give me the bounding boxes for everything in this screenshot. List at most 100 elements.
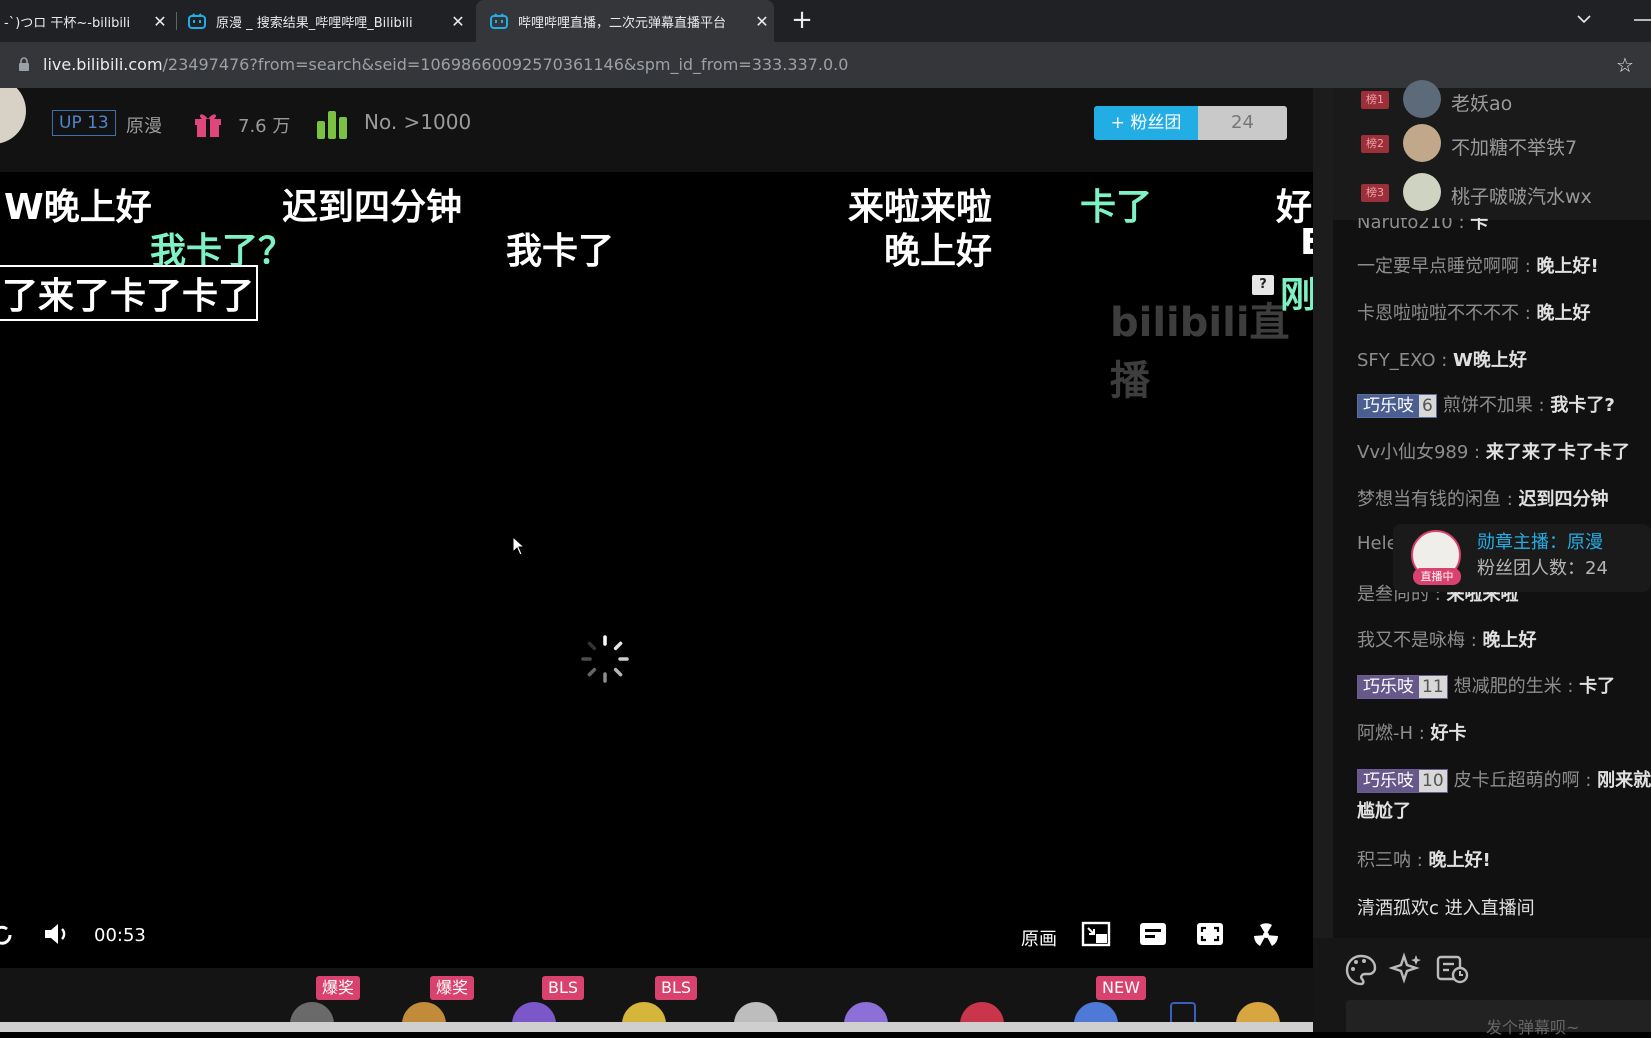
chat-user[interactable]: 我又不是咏梅 — [1357, 630, 1465, 651]
chat-message: 阿燃-H : 好卡 — [1357, 723, 1467, 744]
sparkle-effects-icon[interactable] — [1389, 952, 1425, 986]
rank-row[interactable]: 榜1 老妖ao — [1333, 78, 1651, 122]
horizontal-scrollbar[interactable] — [0, 1022, 1313, 1032]
fan-medal[interactable]: 巧乐吱 6 — [1357, 394, 1437, 418]
avatar — [1403, 80, 1441, 118]
live-player: UP 13 原漫 7.6 万 No. >1000 + 粉丝团 24 bilibi… — [0, 88, 1313, 1032]
streamer-name[interactable]: 原漫 — [126, 112, 162, 138]
chat-message: Naruto210 : 卡 — [1357, 218, 1488, 234]
gift-tag: BLS — [655, 976, 698, 1000]
medal-name: 巧乐吱 — [1358, 676, 1419, 698]
medal-level: 6 — [1419, 395, 1436, 417]
avatar — [1403, 124, 1441, 162]
chat-text: 卡 — [1470, 218, 1489, 233]
rank-user-name: 不加糖不举铁7 — [1451, 137, 1578, 159]
bookmark-star-icon[interactable]: ☆ — [1616, 53, 1634, 77]
chat-user[interactable]: 一定要早点睡觉啊啊 — [1357, 256, 1519, 277]
chat-message: 巧乐吱 6 煎饼不加果 : 我卡了? — [1357, 391, 1615, 418]
rank-text[interactable]: No. >1000 — [364, 110, 471, 134]
chat-user[interactable]: 皮卡丘超萌的啊 — [1454, 770, 1580, 791]
gift-count: 7.6 万 — [238, 116, 291, 137]
chat-user[interactable]: 梦想当有钱的闲鱼 — [1357, 489, 1501, 510]
rank-row[interactable]: 榜2 不加糖不举铁7 — [1333, 122, 1651, 166]
palette-icon[interactable] — [1343, 952, 1379, 986]
volume-icon[interactable] — [42, 920, 72, 948]
streamer-avatar[interactable] — [0, 88, 26, 144]
quality-selector[interactable]: 原画 — [1021, 925, 1057, 951]
rank-badge: 榜2 — [1361, 135, 1389, 153]
rank-row[interactable]: 榜3 桃子啵啵汽水wx — [1333, 171, 1651, 215]
tab-search-chevron-icon[interactable] — [1576, 14, 1592, 24]
medal-name: 巧乐吱 — [1358, 395, 1419, 417]
fan-medal[interactable]: 巧乐吱 10 — [1357, 769, 1448, 793]
bilibili-tab-icon — [490, 13, 508, 29]
mouse-cursor-icon — [512, 536, 526, 556]
chat-user[interactable]: 阿燃-H — [1357, 723, 1413, 744]
anchor-medal-card[interactable]: 直播中 勋章主播：原漫 粉丝团人数：24 — [1393, 524, 1651, 592]
enter-room-notice: 清酒孤欢c 进入直播间 — [1357, 898, 1535, 918]
chat-text: 晚上好 — [1536, 303, 1591, 324]
anchor-card-subtitle: 粉丝团人数：24 — [1477, 558, 1608, 579]
danmaku-comment: 刚 — [1280, 275, 1313, 316]
danmaku-settings-icon[interactable] — [1138, 920, 1168, 948]
join-fan-club-button[interactable]: + 粉丝团 — [1094, 106, 1198, 140]
refresh-icon[interactable] — [0, 921, 18, 949]
rank-badge: 榜1 — [1361, 91, 1389, 109]
tab-title: 原漫 _ 搜索结果_哔哩哔哩_Bilibili — [216, 15, 413, 31]
tab-search-results[interactable]: 原漫 _ 搜索结果_哔哩哔哩_Bilibili ✕ — [188, 0, 470, 42]
chat-user[interactable]: Vv小仙女989 — [1357, 442, 1468, 463]
tab-close-icon[interactable]: ✕ — [148, 12, 172, 31]
anchor-card-title[interactable]: 勋章主播：原漫 — [1477, 528, 1603, 554]
medal-name: 巧乐吱 — [1358, 770, 1419, 792]
chat-user[interactable]: Naruto210 — [1357, 218, 1453, 233]
tab-live-room[interactable]: 哔哩哔哩直播，二次元弹幕直播平台 ✕ — [476, 0, 774, 42]
danmaku-input[interactable]: 发个弹幕呗~ — [1346, 1000, 1651, 1037]
danmaku-history-icon[interactable] — [1435, 952, 1471, 986]
rank-chart-icon — [317, 111, 347, 139]
elapsed-time: 00:53 — [94, 925, 146, 946]
tab-title: 哔哩哔哩直播，二次元弹幕直播平台 — [518, 15, 727, 31]
chat-message: Hele — [1357, 533, 1398, 554]
tab-separator — [176, 12, 177, 30]
new-tab-button[interactable]: + — [788, 6, 816, 36]
sidebar-divider — [1313, 88, 1333, 1032]
danmaku-comment: 我卡了 — [506, 231, 615, 272]
picture-in-picture-icon[interactable] — [1081, 920, 1111, 948]
chat-message: 梦想当有钱的闲鱼 : 迟到四分钟 — [1357, 489, 1609, 510]
chat-text: 晚上好 — [1482, 630, 1537, 651]
radiation-effect-icon[interactable] — [1251, 920, 1281, 948]
danmaku-comment: E — [1300, 222, 1313, 263]
url-host: live.bilibili.com — [43, 55, 163, 74]
gift-tag: 爆奖 — [316, 976, 361, 1000]
url-field[interactable]: live.bilibili.com/23497476?from=search&s… — [43, 55, 848, 74]
tab-close-icon[interactable]: ✕ — [750, 12, 774, 31]
gift-icon — [195, 114, 221, 137]
fan-medal[interactable]: 巧乐吱 11 — [1357, 675, 1448, 699]
avatar — [1403, 173, 1441, 211]
chat-user[interactable]: Hele — [1357, 533, 1398, 554]
tab-close-icon[interactable]: ✕ — [446, 12, 470, 31]
help-icon[interactable]: ? — [1252, 275, 1274, 295]
fullscreen-icon[interactable] — [1195, 920, 1225, 948]
chat-user[interactable]: 卡恩啦啦啦不不不不 — [1357, 303, 1519, 324]
chat-user[interactable]: 积三呐 — [1357, 850, 1411, 871]
chat-message: 一定要早点睡觉啊啊 : 晚上好! — [1357, 256, 1599, 277]
chat-message: 巧乐吱 11 想减肥的生米 : 卡了 — [1357, 672, 1615, 699]
video-area[interactable]: bilibili直播 ? W晚上好 迟到四分钟 来啦来啦 卡了 好 我卡了？ 我… — [0, 172, 1313, 1032]
chat-user[interactable]: SFY_EXO — [1357, 350, 1436, 371]
lock-icon[interactable] — [18, 57, 30, 71]
rank-badge: 榜3 — [1361, 184, 1389, 202]
medal-level: 10 — [1419, 770, 1447, 792]
tab-title: -`)つロ 干杯~-bilibili — [4, 15, 131, 31]
streamer-info-bar: UP 13 原漫 7.6 万 No. >1000 + 粉丝团 24 — [0, 88, 1313, 172]
tab-bilibili-home[interactable]: -`)つロ 干杯~-bilibili ✕ — [0, 0, 172, 42]
chat-user[interactable]: 煎饼不加果 — [1443, 395, 1533, 416]
chat-message: 积三呐 : 晚上好! — [1357, 850, 1491, 871]
bilibili-tab-icon — [188, 13, 206, 29]
chat-user[interactable]: 想减肥的生米 — [1454, 676, 1562, 697]
gift-tag: BLS — [542, 976, 585, 1000]
minimize-icon[interactable] — [1632, 18, 1651, 22]
live-status-badge: 直播中 — [1413, 568, 1461, 585]
player-controls: 00:53 原画 — [0, 908, 1313, 958]
danmaku-comment: 晚上好 — [884, 231, 993, 272]
